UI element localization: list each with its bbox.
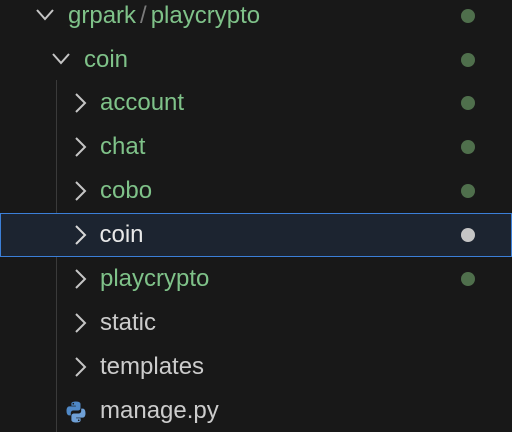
folder-label: static [100,309,157,336]
tree-row-coin-selected[interactable]: coin [0,213,512,257]
chevron-right-icon[interactable] [69,81,91,125]
chevron-right-icon[interactable] [69,345,91,389]
chevron-down-icon[interactable] [34,0,56,38]
modified-indicator-dot [461,272,475,286]
modified-indicator-dot [461,96,475,110]
tree-row-manage-py[interactable]: manage.py [0,389,512,432]
tree-row-static[interactable]: static [0,301,512,345]
modified-indicator-dot [460,227,475,242]
folder-label: chat [100,133,146,160]
chevron-down-icon[interactable] [50,38,72,82]
chevron-right-icon[interactable] [69,301,91,345]
folder-label: templates [100,353,205,380]
root-repo: playcrypto [150,2,261,29]
tree-row-coin-folder[interactable]: coin [0,38,512,82]
file-label: manage.py [100,397,219,424]
folder-label: cobo [100,177,153,204]
folder-label: account [100,89,185,116]
tree-row-chat[interactable]: chat [0,125,512,169]
tree-row-cobo[interactable]: cobo [0,169,512,213]
modified-indicator-dot [461,9,475,23]
folder-label: coin [84,46,129,73]
modified-indicator-dot [461,140,475,154]
modified-indicator-dot [461,53,475,67]
folder-label: coin [99,220,144,248]
modified-indicator-dot [461,184,475,198]
tree-row-account[interactable]: account [0,81,512,125]
folder-label: playcrypto [100,265,210,292]
root-folder-label: grpark / playcrypto [68,0,260,38]
chevron-right-icon[interactable] [69,213,91,257]
path-separator: / [140,2,147,29]
python-icon [64,400,88,424]
tree-row-root[interactable]: grpark / playcrypto [0,0,512,38]
chevron-right-icon[interactable] [69,125,91,169]
chevron-right-icon[interactable] [69,257,91,301]
tree-row-templates[interactable]: templates [0,345,512,389]
tree-row-playcrypto[interactable]: playcrypto [0,257,512,301]
root-owner: grpark [68,2,137,29]
chevron-right-icon[interactable] [69,169,91,213]
file-explorer-tree: grpark / playcrypto coin account chat cobo [0,0,512,432]
